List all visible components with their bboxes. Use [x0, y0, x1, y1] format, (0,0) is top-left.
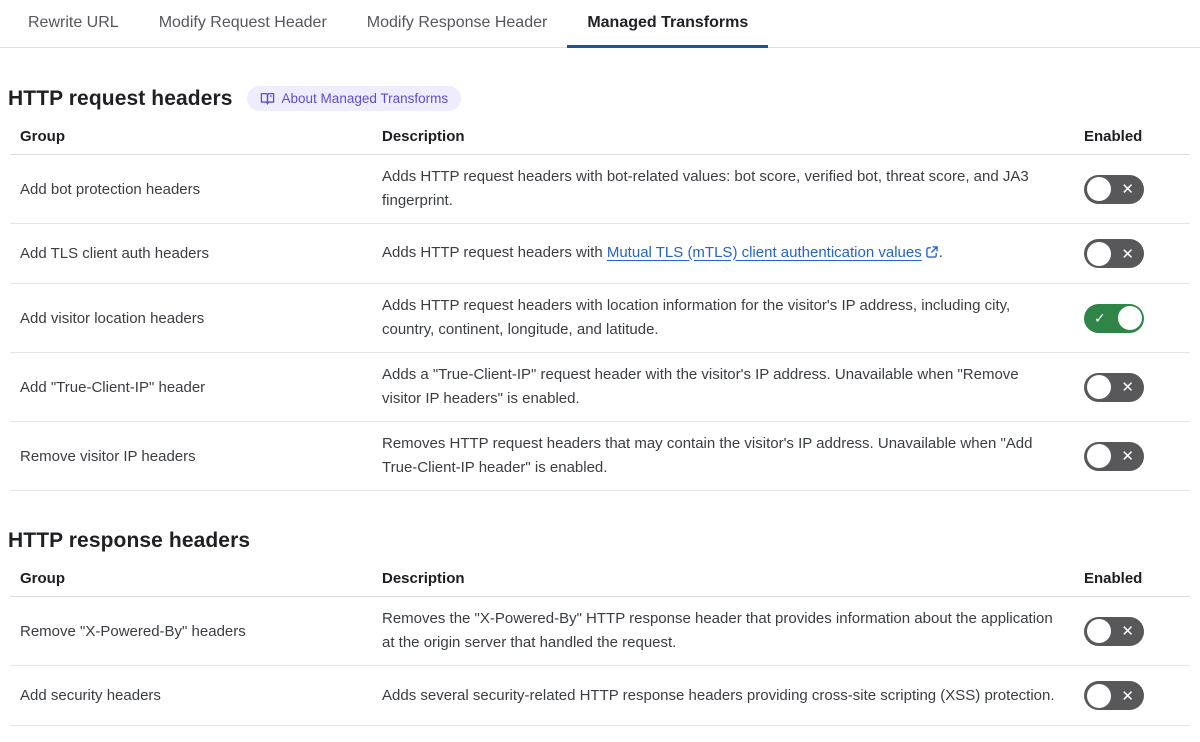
toggle-remove-x-powered-by-headers[interactable]: ✕ [1084, 616, 1144, 646]
row-group-label: Remove "X-Powered-By" headers [20, 622, 246, 640]
toggle-add-visitor-location-headers[interactable]: ✓ [1084, 303, 1144, 333]
row-group-label: Add visitor location headers [20, 309, 205, 327]
about-managed-transforms-badge[interactable]: About Managed Transforms [246, 86, 462, 111]
table-row: Add bot protection headers Adds HTTP req… [10, 155, 1190, 224]
row-description: Adds several security-related HTTP respo… [382, 686, 1055, 704]
response-headers-title: HTTP response headers [8, 529, 251, 552]
toggle-add-tls-client-auth-headers[interactable]: ✕ [1084, 239, 1144, 268]
toggle-state-icon: ✓ [1094, 309, 1106, 326]
request-headers-table: Group Description Enabled Add bot protec… [10, 124, 1190, 491]
mtls-docs-link[interactable]: Mutual TLS (mTLS) client authentication … [607, 244, 922, 261]
toggle-knob [1086, 177, 1111, 201]
response-headers-table: Group Description Enabled Remove "X-Powe… [10, 566, 1190, 726]
toggle-state-icon: ✕ [1121, 379, 1134, 396]
toggle-state-icon: ✕ [1121, 448, 1134, 465]
row-group-label: Add security headers [20, 687, 161, 704]
tab-modify-response-header[interactable]: Modify Response Header [347, 0, 568, 48]
table-row: Add visitor location headers Adds HTTP r… [10, 284, 1190, 353]
request-headers-title: HTTP request headers [8, 86, 233, 110]
row-description: Adds HTTP request headers with location … [382, 297, 1011, 338]
col-header-enabled: Enabled [1084, 128, 1143, 145]
table-row: Add "True-Client-IP" header Adds a "True… [10, 353, 1190, 422]
toggle-state-icon: ✕ [1121, 687, 1134, 705]
toggle-state-icon: ✕ [1121, 181, 1134, 198]
col-header-enabled: Enabled [1084, 570, 1143, 587]
col-header-description: Description [382, 570, 465, 587]
external-link-icon [925, 245, 939, 263]
row-group-label: Add bot protection headers [20, 180, 201, 198]
row-description: Removes HTTP request headers that may co… [382, 435, 1033, 476]
toggle-knob [1086, 683, 1111, 708]
col-header-group: Group [20, 128, 65, 145]
row-group-label: Remove visitor IP headers [20, 447, 196, 465]
response-headers-section-head: HTTP response headers [8, 529, 1200, 553]
toggle-add-bot-protection-headers[interactable]: ✕ [1084, 174, 1144, 204]
table-header-row: Group Description Enabled [10, 124, 1190, 155]
toggle-knob [1117, 306, 1142, 330]
toggle-knob [1086, 444, 1111, 468]
table-row: Remove visitor IP headers Removes HTTP r… [10, 422, 1190, 491]
table-row: Add security headers Adds several securi… [10, 666, 1190, 726]
table-row: Add TLS client auth headers Adds HTTP re… [10, 224, 1190, 284]
transform-rules-tabbar: Rewrite URL Modify Request Header Modify… [0, 0, 1200, 48]
toggle-add-true-client-ip-header[interactable]: ✕ [1084, 372, 1144, 402]
row-description: Adds a "True-Client-IP" request header w… [382, 366, 1019, 407]
row-description: Removes the "X-Powered-By" HTTP response… [382, 610, 1053, 651]
col-header-group: Group [20, 570, 65, 587]
table-header-row: Group Description Enabled [10, 566, 1190, 597]
row-group-label: Add "True-Client-IP" header [20, 378, 206, 396]
badge-label: About Managed Transforms [281, 91, 449, 106]
book-icon [260, 91, 275, 106]
row-description: Adds HTTP request headers with Mutual TL… [382, 243, 943, 263]
toggle-knob [1086, 241, 1111, 266]
toggle-state-icon: ✕ [1121, 623, 1134, 640]
row-description: Adds HTTP request headers with bot-relat… [382, 168, 1029, 209]
tab-rewrite-url[interactable]: Rewrite URL [8, 0, 139, 48]
toggle-add-security-headers[interactable]: ✕ [1084, 681, 1144, 710]
tab-modify-request-header[interactable]: Modify Request Header [139, 0, 347, 48]
toggle-knob [1086, 619, 1111, 643]
row-group-label: Add TLS client auth headers [20, 245, 210, 262]
table-row: Remove "X-Powered-By" headers Removes th… [10, 597, 1190, 666]
toggle-remove-visitor-ip-headers[interactable]: ✕ [1084, 441, 1144, 471]
col-header-description: Description [382, 128, 465, 145]
request-headers-section-head: HTTP request headers About Managed Trans… [8, 86, 1200, 111]
toggle-knob [1086, 375, 1111, 399]
toggle-state-icon: ✕ [1121, 245, 1134, 263]
tab-managed-transforms[interactable]: Managed Transforms [567, 0, 769, 48]
